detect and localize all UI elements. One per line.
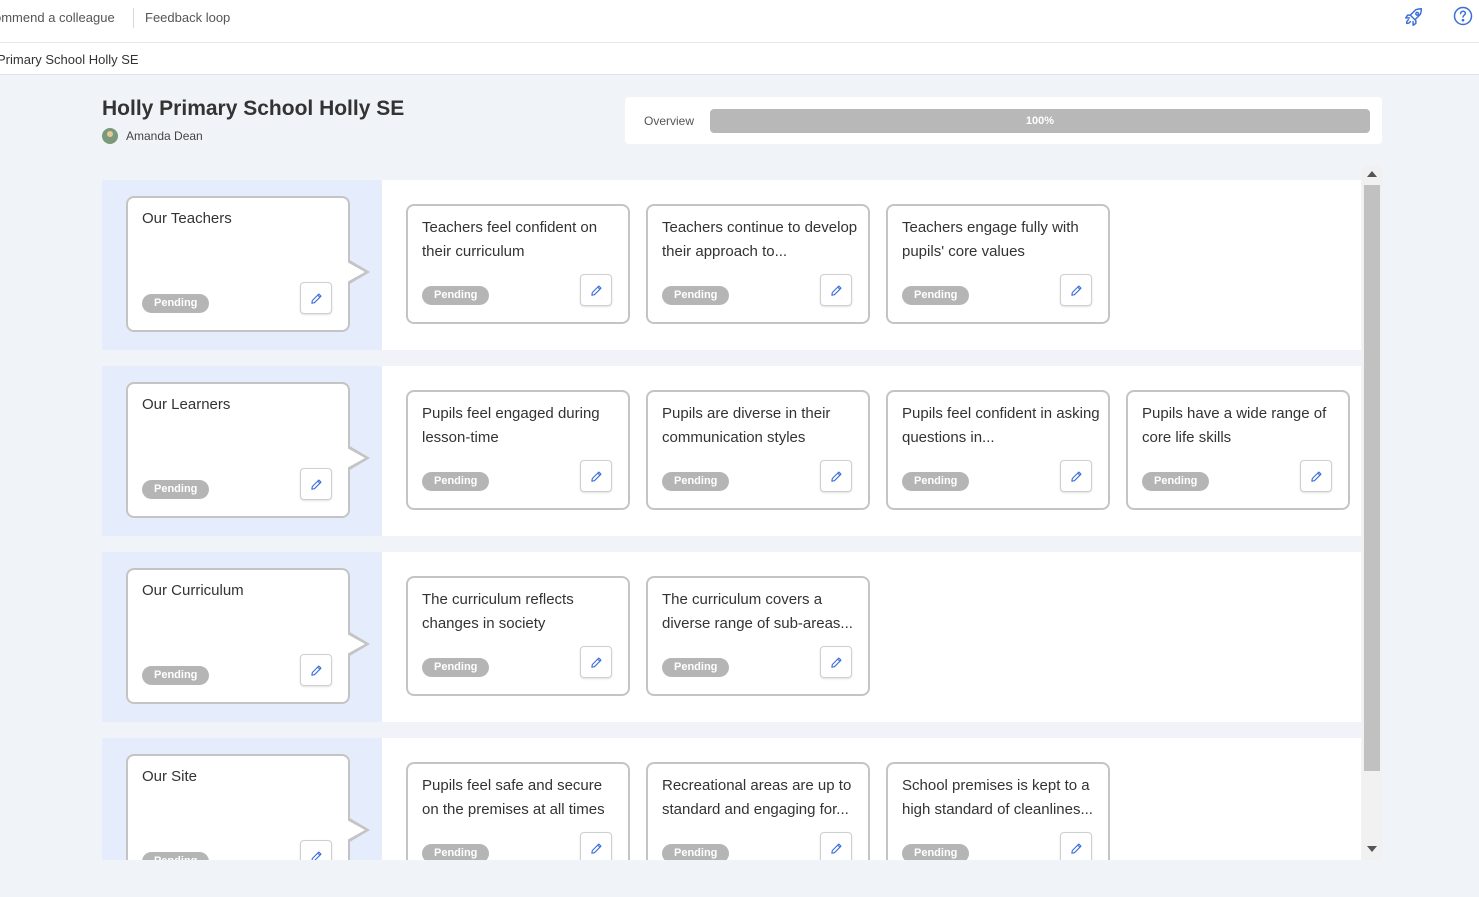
edit-button[interactable] [820, 460, 852, 492]
edit-button[interactable] [1060, 460, 1092, 492]
avatar [102, 128, 118, 144]
status-badge: Pending [142, 294, 210, 313]
statement-card[interactable]: Pupils have a wide range of core life sk… [1126, 390, 1350, 510]
status-badge: Pending [142, 666, 210, 685]
edit-button[interactable] [580, 646, 612, 678]
edit-button[interactable] [1060, 832, 1092, 860]
scroll-up-arrow-icon[interactable] [1367, 171, 1377, 177]
pillar-row: Our Site Pending Pupils feel safe and secu… [102, 738, 1361, 860]
pillar-panel: Our Curriculum Pending [102, 552, 382, 722]
breadcrumb-bar: Primary School Holly SE [0, 43, 1479, 75]
status-badge: Pending [142, 852, 210, 860]
pillar-row: Our Curriculum Pending The curriculum refl… [102, 552, 1361, 722]
status-badge: Pending [662, 658, 730, 677]
statement-text: The curriculum reflects changes in socie… [422, 591, 574, 632]
pillar-pointer [347, 631, 370, 657]
statement-card[interactable]: Teachers engage fully with pupils' core … [886, 204, 1110, 324]
vertical-scrollbar[interactable] [1362, 165, 1382, 860]
statement-card[interactable]: Teachers feel confident on their curricu… [406, 204, 630, 324]
statement-card[interactable]: School premises is kept to a high standa… [886, 762, 1110, 860]
status-badge: Pending [422, 472, 490, 491]
pillar-row: Our Teachers Pending Teachers feel confide… [102, 180, 1361, 350]
status-badge: Pending [902, 472, 970, 491]
recommend-colleague-link[interactable]: ommend a colleague [0, 10, 115, 25]
statement-text: Pupils feel engaged during lesson-time [422, 405, 600, 446]
nav-divider [133, 8, 134, 28]
status-badge: Pending [662, 286, 730, 305]
pillar-pointer [347, 817, 370, 843]
edit-button[interactable] [300, 468, 332, 500]
status-badge: Pending [902, 844, 970, 860]
pillar-card[interactable]: Our Site Pending [126, 754, 370, 860]
overview-progress-bar: 100% [710, 109, 1370, 133]
feedback-loop-link[interactable]: Feedback loop [145, 10, 230, 25]
statement-text: Pupils feel safe and secure on the premi… [422, 777, 605, 818]
edit-button[interactable] [580, 274, 612, 306]
status-badge: Pending [422, 286, 490, 305]
statement-text: School premises is kept to a high standa… [902, 777, 1093, 818]
status-badge: Pending [142, 480, 210, 499]
pillar-title: Our Curriculum [142, 582, 244, 599]
statement-card[interactable]: Pupils are diverse in their communicatio… [646, 390, 870, 510]
overview-panel: Overview 100% [625, 97, 1382, 144]
pillar-pointer [347, 259, 370, 285]
pillar-title: Our Learners [142, 396, 231, 413]
edit-button[interactable] [820, 832, 852, 860]
top-nav: ommend a colleague Feedback loop [0, 0, 1479, 43]
pillar-row: Our Learners Pending Pupils feel engaged d… [102, 366, 1361, 536]
pillar-panel: Our Site Pending [102, 738, 382, 860]
pillars-scroll-area[interactable]: Our Teachers Pending Teachers feel confide… [102, 165, 1382, 860]
statement-text: Pupils have a wide range of core life sk… [1142, 405, 1327, 446]
status-badge: Pending [902, 286, 970, 305]
pillar-panel: Our Teachers Pending [102, 180, 382, 350]
edit-button[interactable] [580, 460, 612, 492]
status-badge: Pending [662, 844, 730, 860]
statement-text: Teachers feel confident on their curricu… [422, 219, 598, 260]
status-badge: Pending [422, 844, 490, 860]
status-badge: Pending [422, 658, 490, 677]
edit-button[interactable] [580, 832, 612, 860]
help-icon[interactable] [1453, 6, 1473, 26]
pillar-pointer [347, 445, 370, 471]
statement-card[interactable]: Teachers continue to develop their appro… [646, 204, 870, 324]
statement-text: Pupils feel confident in asking question… [902, 405, 1100, 446]
statement-card[interactable]: Pupils feel engaged during lesson-time Pe… [406, 390, 630, 510]
pillar-rows: Our Teachers Pending Teachers feel confide… [102, 180, 1361, 860]
edit-button[interactable] [820, 274, 852, 306]
pillar-card[interactable]: Our Curriculum Pending [126, 568, 370, 704]
owner-name: Amanda Dean [126, 129, 203, 143]
edit-button[interactable] [1300, 460, 1332, 492]
statement-card[interactable]: The curriculum reflects changes in socie… [406, 576, 630, 696]
status-badge: Pending [662, 472, 730, 491]
page-title: Holly Primary School Holly SE [102, 97, 405, 120]
status-badge: Pending [1142, 472, 1210, 491]
scrollbar-thumb[interactable] [1364, 185, 1380, 771]
pillar-title: Our Site [142, 768, 198, 785]
statement-text: The curriculum covers a diverse range of… [662, 591, 853, 632]
overview-label: Overview [644, 114, 695, 128]
statement-card[interactable]: Recreational areas are up to standard an… [646, 762, 870, 860]
statement-text: Recreational areas are up to standard an… [662, 777, 852, 818]
statement-text: Teachers continue to develop their appro… [662, 219, 858, 260]
pillar-panel: Our Learners Pending [102, 366, 382, 536]
pillar-card[interactable]: Our Learners Pending [126, 382, 370, 518]
statement-card[interactable]: Pupils feel confident in asking question… [886, 390, 1110, 510]
edit-button[interactable] [1060, 274, 1092, 306]
edit-button[interactable] [300, 840, 332, 860]
pillar-card[interactable]: Our Teachers Pending [126, 196, 370, 332]
pillar-title: Our Teachers [142, 210, 232, 227]
statement-text: Teachers engage fully with pupils' core … [902, 219, 1079, 260]
rocket-icon[interactable] [1403, 6, 1425, 28]
scroll-down-arrow-icon[interactable] [1367, 846, 1377, 852]
edit-button[interactable] [820, 646, 852, 678]
statement-card[interactable]: Pupils feel safe and secure on the premi… [406, 762, 630, 860]
statement-text: Pupils are diverse in their communicatio… [662, 405, 831, 446]
progress-text: 100% [1025, 115, 1055, 127]
edit-button[interactable] [300, 282, 332, 314]
breadcrumb[interactable]: Primary School Holly SE [0, 52, 139, 67]
statement-card[interactable]: The curriculum covers a diverse range of… [646, 576, 870, 696]
edit-button[interactable] [300, 654, 332, 686]
